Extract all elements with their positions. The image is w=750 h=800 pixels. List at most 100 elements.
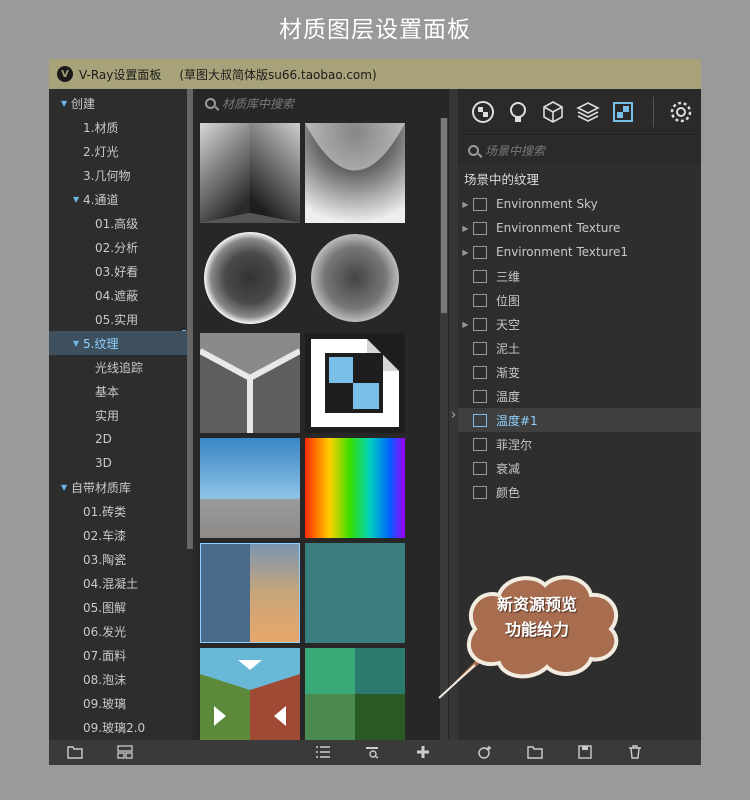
scene-texture-item[interactable]: 泥土 <box>458 336 701 360</box>
material-ball-icon[interactable] <box>470 99 496 125</box>
tree-item-label: 01.高级 <box>95 216 139 231</box>
callout-line-2: 功能给力 <box>504 620 569 639</box>
texture-type-icon <box>473 437 487 451</box>
scene-texture-label: Environment Texture1 <box>496 245 628 259</box>
layout-grid-icon[interactable] <box>117 745 133 759</box>
tree-item[interactable]: 02.分析 <box>49 235 187 259</box>
tree-item[interactable]: 实用 <box>49 403 187 427</box>
scene-texture-item[interactable]: 温度 <box>458 384 701 408</box>
tree-item[interactable]: 01.砖类 <box>49 499 187 523</box>
page-title: 材质图层设置面板 <box>279 17 471 43</box>
tree-item-label: 1.材质 <box>83 120 119 135</box>
tree-item[interactable]: 05.图解 <box>49 595 187 619</box>
tree-item-label: 07.面料 <box>83 648 127 663</box>
tree-item-label: 自带材质库 <box>71 480 132 495</box>
texture-thumb-triplanar-y[interactable] <box>200 333 300 433</box>
texture-type-icon <box>473 485 487 499</box>
toolbar-separator <box>653 97 654 127</box>
expand-caret-icon[interactable]: ▼ <box>73 195 83 204</box>
library-scrollbar-thumb[interactable] <box>441 118 447 313</box>
scene-texture-item[interactable]: ▶ Environment Sky <box>458 192 701 216</box>
tree-item[interactable]: ▼ 创建 <box>49 91 187 115</box>
window-titlebar: V V-Ray设置面板 (草图大叔简体版su66.taobao.com) <box>49 59 701 89</box>
expand-arrow-icon[interactable]: ▶ <box>458 248 473 257</box>
tree-item[interactable]: ▼ 自带材质库 <box>49 475 187 499</box>
delete-trash-icon[interactable] <box>627 745 643 759</box>
tree-item[interactable]: 04.遮蔽 <box>49 283 187 307</box>
geometry-cube-icon[interactable] <box>540 99 566 125</box>
scene-texture-item[interactable]: 渐变 <box>458 360 701 384</box>
scene-texture-item[interactable]: ▶ 天空 <box>458 312 701 336</box>
tree-item[interactable]: 06.发光 <box>49 619 187 643</box>
tree-item[interactable]: 03.陶瓷 <box>49 547 187 571</box>
tree-item[interactable]: 05.实用 <box>49 307 187 331</box>
scene-texture-label: 温度#1 <box>496 413 538 428</box>
search-preview-icon[interactable] <box>365 745 381 759</box>
open-folder-icon[interactable] <box>67 745 83 759</box>
expand-caret-icon[interactable]: ▼ <box>61 483 71 492</box>
tree-item[interactable]: 光线追踪 <box>49 355 187 379</box>
search-icon <box>468 144 479 156</box>
tree-item[interactable]: 08.泡沫 <box>49 667 187 691</box>
tree-item[interactable]: 基本 <box>49 379 187 403</box>
texture-icon[interactable] <box>610 99 636 125</box>
tree-item[interactable]: 09.玻璃 <box>49 691 187 715</box>
save-icon[interactable] <box>577 745 593 759</box>
tree-item[interactable]: 3D <box>49 451 187 475</box>
texture-thumb-temperature[interactable] <box>200 543 300 643</box>
texture-thumb-triplanar-colored[interactable] <box>200 648 300 740</box>
tree-item-label: 4.通道 <box>83 192 119 207</box>
scene-texture-label: 三维 <box>496 269 521 284</box>
tree-item[interactable]: ▼ 4.通道 <box>49 187 187 211</box>
expand-arrow-icon[interactable]: ▶ <box>458 224 473 233</box>
load-folder-icon[interactable] <box>527 745 543 759</box>
tree-item-label: 2.灯光 <box>83 144 119 159</box>
texture-thumb-sky[interactable] <box>200 438 300 538</box>
tree-item[interactable]: 02.车漆 <box>49 523 187 547</box>
tree-item[interactable]: 09.玻璃2.0 <box>49 715 187 739</box>
expand-arrow-icon[interactable]: ▶ <box>458 320 473 329</box>
library-search-input[interactable]: 材质库中搜索 <box>195 89 294 117</box>
tree-item[interactable]: 2D <box>49 427 187 451</box>
scene-texture-item[interactable]: 颜色 <box>458 480 701 504</box>
tree-scrollbar[interactable] <box>187 89 193 549</box>
tree-item[interactable]: 01.高级 <box>49 211 187 235</box>
tree-item[interactable]: ▼ 5.纹理 <box>49 331 187 355</box>
texture-thumb-gradient-corner[interactable] <box>200 123 300 223</box>
texture-type-icon <box>473 461 487 475</box>
tree-item[interactable]: 04.混凝土 <box>49 571 187 595</box>
texture-thumb-gradient-dome[interactable] <box>305 123 405 223</box>
settings-gear-icon[interactable] <box>668 99 694 125</box>
texture-thumb-soft-sphere[interactable] <box>305 228 405 328</box>
tree-item[interactable]: 07.面料 <box>49 643 187 667</box>
layers-icon[interactable] <box>575 99 601 125</box>
texture-thumb-green-tiles[interactable] <box>305 648 405 740</box>
new-texture-icon[interactable] <box>477 745 493 759</box>
scene-texture-item[interactable]: 位图 <box>458 288 701 312</box>
scene-search-input[interactable]: 场景中搜索 <box>458 136 701 164</box>
scene-texture-item[interactable]: 三维 <box>458 264 701 288</box>
callout-line-1: 新资源预览 <box>496 595 577 614</box>
scene-texture-label: 衰减 <box>496 461 521 476</box>
list-view-icon[interactable] <box>315 745 331 759</box>
tree-item[interactable]: 3.几何物 <box>49 163 187 187</box>
tree-item[interactable]: 1.材质 <box>49 115 187 139</box>
light-bulb-icon[interactable] <box>505 99 531 125</box>
texture-thumb-rainbow-gradient[interactable] <box>305 438 405 538</box>
expand-caret-icon[interactable]: ▼ <box>61 99 71 108</box>
scene-texture-item[interactable]: ▶ Environment Texture1 <box>458 240 701 264</box>
tree-item[interactable]: 03.好看 <box>49 259 187 283</box>
expand-caret-icon[interactable]: ▼ <box>73 339 83 348</box>
expand-arrow-icon[interactable]: ▶ <box>458 200 473 209</box>
material-library-panel: 材质库中搜索 <box>195 89 449 740</box>
add-to-scene-icon[interactable] <box>415 745 431 759</box>
scene-texture-item[interactable]: 菲涅尔 <box>458 432 701 456</box>
texture-thumb-ring-glow[interactable] <box>200 228 300 328</box>
texture-thumb-solid-teal[interactable] <box>305 543 405 643</box>
scene-texture-item[interactable]: 衰减 <box>458 456 701 480</box>
tree-item[interactable]: 2.灯光 <box>49 139 187 163</box>
scene-texture-item[interactable]: ▶ Environment Texture <box>458 216 701 240</box>
texture-thumb-bitmap[interactable] <box>305 333 405 433</box>
tree-item-label: 实用 <box>95 408 120 423</box>
scene-texture-item[interactable]: 温度#1 <box>458 408 701 432</box>
